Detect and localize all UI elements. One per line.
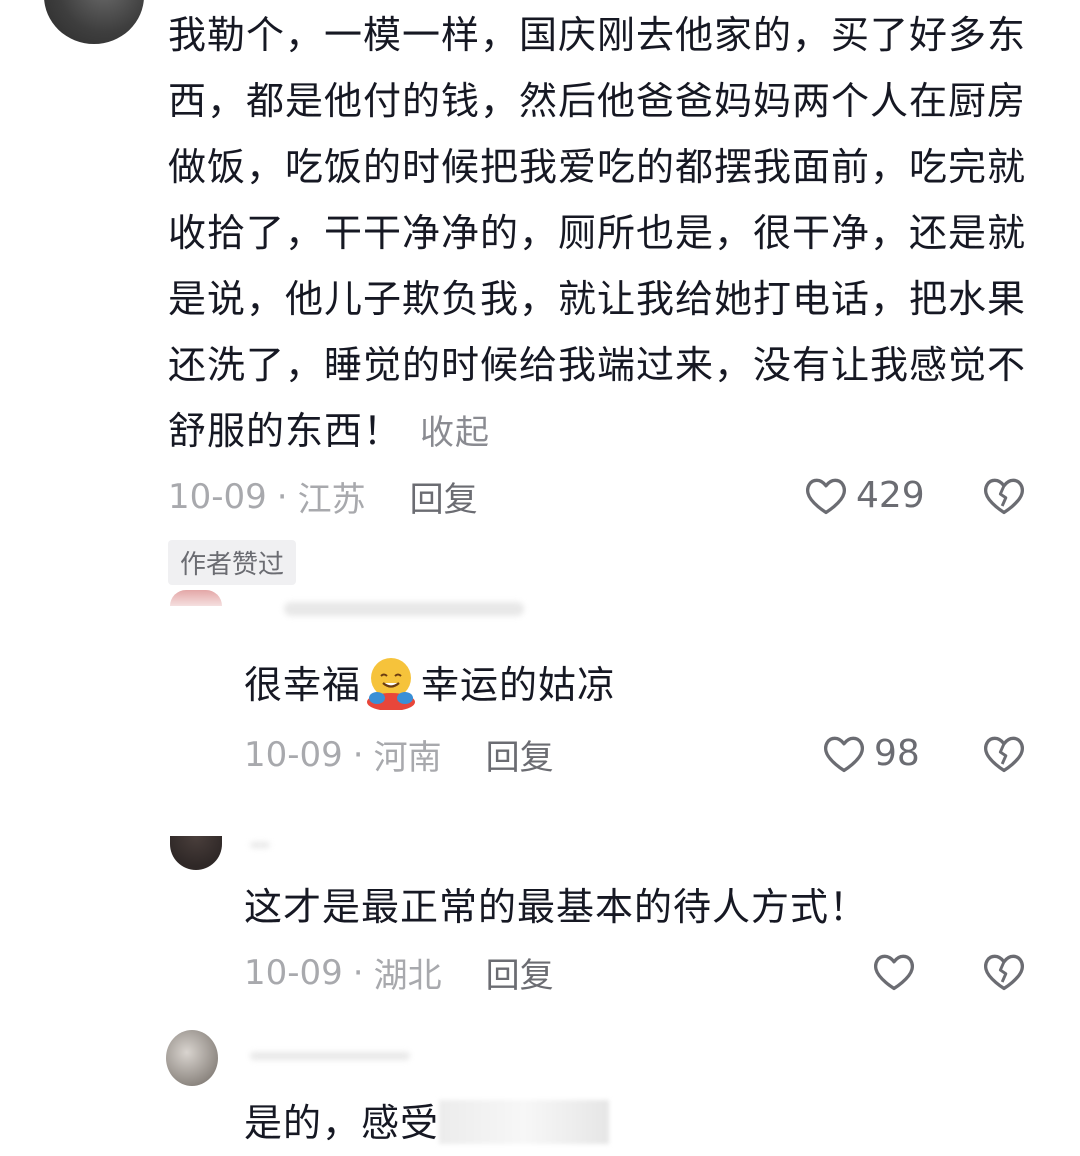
reply-button[interactable]: 回复 (486, 730, 554, 779)
broken-heart-icon (984, 736, 1024, 773)
like-button[interactable] (872, 950, 916, 992)
comment-date: 10-09 (244, 734, 343, 775)
hugging-face-emoji (367, 658, 416, 710)
like-count: 429 (856, 474, 925, 516)
broken-heart-icon (984, 954, 1024, 991)
avatar[interactable] (166, 1030, 218, 1086)
comment-region: 湖北 (373, 956, 442, 996)
comment-text: 很幸福 幸运的姑凉 (244, 652, 616, 718)
broken-heart-icon (984, 478, 1024, 515)
comment-body: 我勒个，一模一样，国庆刚去他家的，买了好多东西，都是他付的钱，然后他爸爸妈妈两个… (168, 13, 1027, 453)
avatar[interactable] (170, 836, 222, 870)
meta-separator: · (276, 476, 288, 517)
comment-meta: 10-09 · 河南 回复 (244, 730, 554, 779)
heart-outline-icon (874, 954, 914, 991)
like-button[interactable]: 429 (804, 474, 925, 516)
watermark-overlay (439, 1100, 610, 1144)
reply-button[interactable]: 回复 (410, 472, 478, 521)
dislike-button[interactable] (982, 474, 1026, 520)
heart-outline-icon (824, 736, 864, 773)
comment-date: 10-09 (244, 952, 343, 993)
username-blurred (284, 602, 524, 616)
comment-region: 河南 (373, 738, 442, 778)
author-liked-badge: 作者赞过 (168, 540, 297, 585)
dislike-button[interactable] (982, 950, 1026, 996)
avatar[interactable] (170, 590, 222, 606)
meta-separator: · (352, 734, 364, 775)
comment-meta: 10-09 · 江苏 回复 (168, 472, 478, 521)
comment-meta: 10-09 · 湖北 回复 (244, 948, 554, 997)
comment-text: 这才是最正常的最基本的待人方式！ (244, 885, 869, 929)
reply-button[interactable]: 回复 (486, 948, 554, 997)
comment-region: 江苏 (297, 480, 366, 520)
comment-text: 我勒个，一模一样，国庆刚去他家的，买了好多东西，都是他付的钱，然后他爸爸妈妈两个… (168, 2, 1048, 466)
comment-text: 是的，感受 (244, 1090, 610, 1156)
comment-body-part2: 幸运的姑凉 (421, 663, 617, 707)
comment-body: 是的，感受 (244, 1101, 440, 1145)
meta-separator: · (352, 952, 364, 993)
like-count: 98 (874, 732, 920, 774)
username-blurred (250, 1052, 410, 1060)
username-blurred (250, 842, 270, 848)
like-button[interactable]: 98 (822, 732, 920, 774)
avatar[interactable] (44, 0, 144, 44)
dislike-button[interactable] (982, 732, 1026, 778)
heart-outline-icon (806, 478, 846, 515)
comment-body-part1: 很幸福 (244, 663, 362, 707)
collapse-link[interactable]: 收起 (420, 413, 490, 453)
comment-date: 10-09 (168, 476, 267, 517)
